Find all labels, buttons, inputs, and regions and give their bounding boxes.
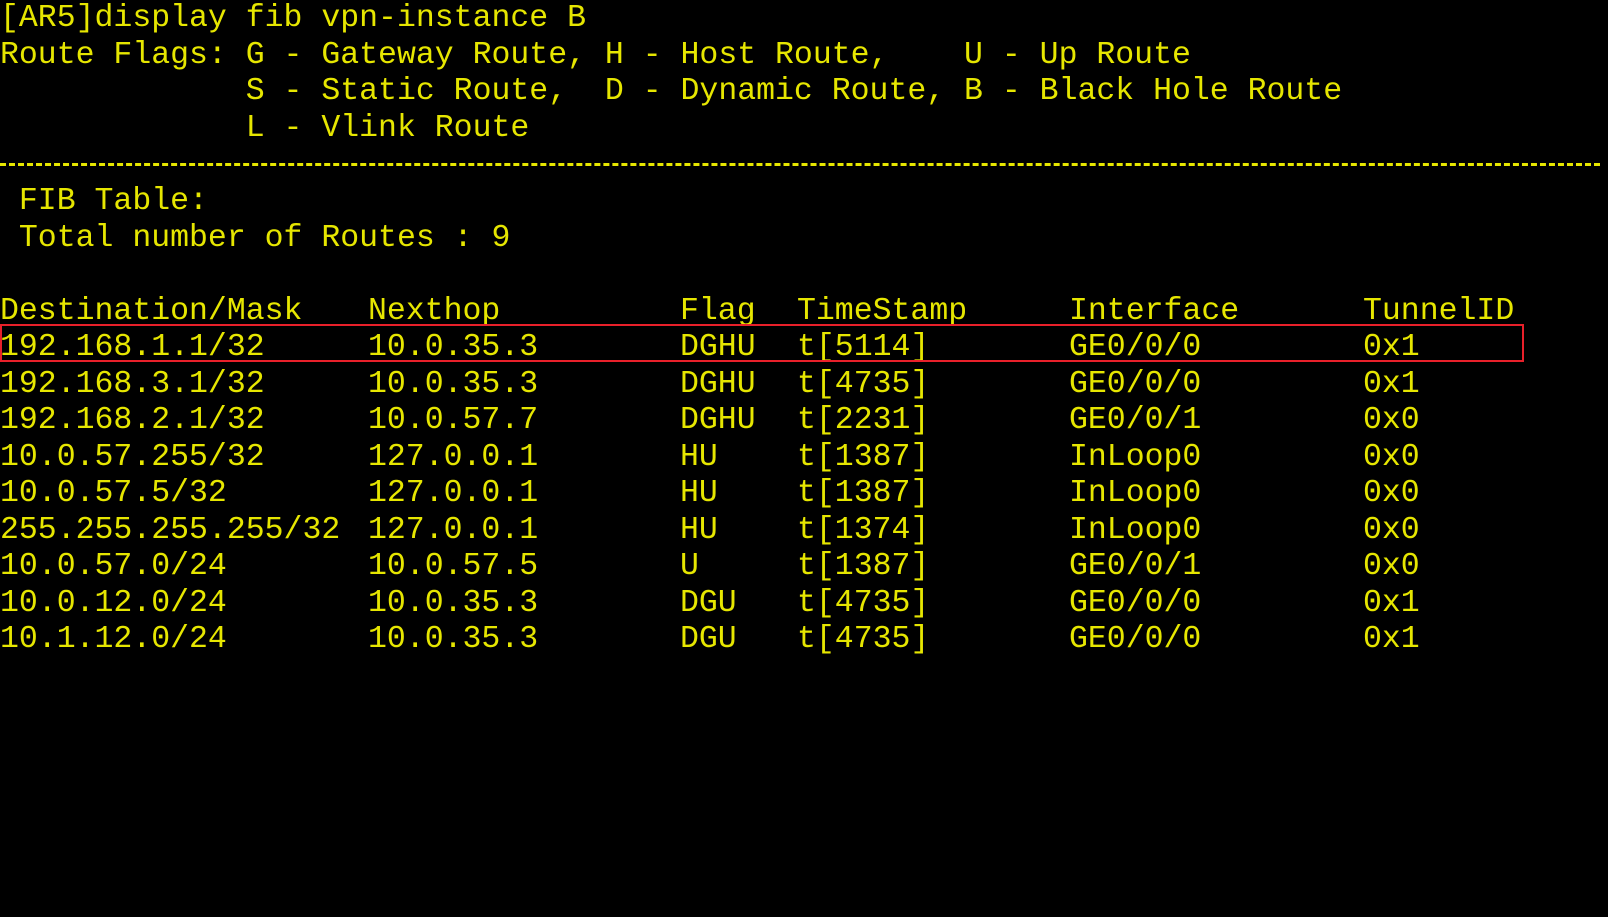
table-row: 10.0.57.5/32 127.0.0.1 HU t[1387] InLoop… xyxy=(0,475,1420,512)
row-flag: DGHU xyxy=(680,367,756,402)
separator-dashed-line xyxy=(0,163,1600,166)
row-timestamp: t[4735] xyxy=(797,367,930,402)
row-timestamp: t[1374] xyxy=(797,513,930,548)
row-interface: GE0/0/0 xyxy=(1069,367,1202,402)
row-nexthop: 127.0.0.1 xyxy=(368,513,539,548)
table-row: 10.1.12.0/24 10.0.35.3 DGU t[4735] GE0/0… xyxy=(0,621,1420,658)
row-interface: GE0/0/0 xyxy=(1069,622,1202,657)
row-tunnelid: 0x1 xyxy=(1363,586,1420,621)
row-timestamp: t[1387] xyxy=(797,440,930,475)
row-flag: HU xyxy=(680,513,718,548)
row-nexthop: 10.0.35.3 xyxy=(368,586,539,621)
row-timestamp: t[4735] xyxy=(797,622,930,657)
terminal-window[interactable]: [AR5]display fib vpn-instance B Route Fl… xyxy=(0,0,1608,678)
row-tunnelid: 0x0 xyxy=(1363,440,1420,475)
table-row: 192.168.2.1/32 10.0.57.7 DGHU t[2231] GE… xyxy=(0,402,1420,439)
table-row: 192.168.3.1/32 10.0.35.3 DGHU t[4735] GE… xyxy=(0,366,1420,403)
row-nexthop: 127.0.0.1 xyxy=(368,440,539,475)
row-interface: InLoop0 xyxy=(1069,476,1202,511)
row-tunnelid: 0x1 xyxy=(1363,622,1420,657)
row-flag: HU xyxy=(680,440,718,475)
row-nexthop: 10.0.57.7 xyxy=(368,403,539,438)
row-destination: 10.0.57.5/32 xyxy=(0,476,227,511)
row-nexthop: 10.0.35.3 xyxy=(368,622,539,657)
row-destination: 10.0.57.255/32 xyxy=(0,440,265,475)
row-destination: 10.0.12.0/24 xyxy=(0,586,227,621)
row-tunnelid: 0x0 xyxy=(1363,513,1420,548)
row-destination: 192.168.3.1/32 xyxy=(0,367,265,402)
command-line: [AR5]display fib vpn-instance B xyxy=(0,1,586,36)
row-interface: GE0/0/0 xyxy=(1069,586,1202,621)
row-nexthop: 127.0.0.1 xyxy=(368,476,539,511)
row-nexthop: 10.0.57.5 xyxy=(368,549,539,584)
highlight-box xyxy=(0,324,1524,362)
row-tunnelid: 0x0 xyxy=(1363,549,1420,584)
route-flags-line-1: Route Flags: G - Gateway Route, H - Host… xyxy=(0,38,1191,73)
row-interface: InLoop0 xyxy=(1069,440,1202,475)
row-flag: HU xyxy=(680,476,718,511)
row-timestamp: t[1387] xyxy=(797,549,930,584)
row-flag: U xyxy=(680,549,699,584)
row-interface: GE0/0/1 xyxy=(1069,549,1202,584)
row-tunnelid: 0x0 xyxy=(1363,476,1420,511)
table-row: 10.0.57.255/32 127.0.0.1 HU t[1387] InLo… xyxy=(0,439,1420,476)
row-flag: DGU xyxy=(680,586,737,621)
row-interface: InLoop0 xyxy=(1069,513,1202,548)
row-timestamp: t[4735] xyxy=(797,586,930,621)
table-row: 10.0.57.0/24 10.0.57.5 U t[1387] GE0/0/1… xyxy=(0,548,1420,585)
row-destination: 10.0.57.0/24 xyxy=(0,549,227,584)
row-tunnelid: 0x1 xyxy=(1363,367,1420,402)
row-timestamp: t[2231] xyxy=(797,403,930,438)
table-row: 10.0.12.0/24 10.0.35.3 DGU t[4735] GE0/0… xyxy=(0,585,1420,622)
row-nexthop: 10.0.35.3 xyxy=(368,367,539,402)
row-flag: DGU xyxy=(680,622,737,657)
row-interface: GE0/0/1 xyxy=(1069,403,1202,438)
table-row: 255.255.255.255/32 127.0.0.1 HU t[1374] … xyxy=(0,512,1420,549)
row-timestamp: t[1387] xyxy=(797,476,930,511)
route-flags-line-2: S - Static Route, D - Dynamic Route, B -… xyxy=(0,74,1343,109)
route-flags-line-3: L - Vlink Route xyxy=(0,111,530,146)
row-destination: 10.1.12.0/24 xyxy=(0,622,227,657)
row-flag: DGHU xyxy=(680,403,756,438)
fib-table-title: FIB Table: xyxy=(0,184,208,219)
row-tunnelid: 0x0 xyxy=(1363,403,1420,438)
row-destination: 192.168.2.1/32 xyxy=(0,403,265,438)
row-destination: 255.255.255.255/32 xyxy=(0,513,341,548)
total-routes-count: Total number of Routes : 9 xyxy=(0,221,511,256)
